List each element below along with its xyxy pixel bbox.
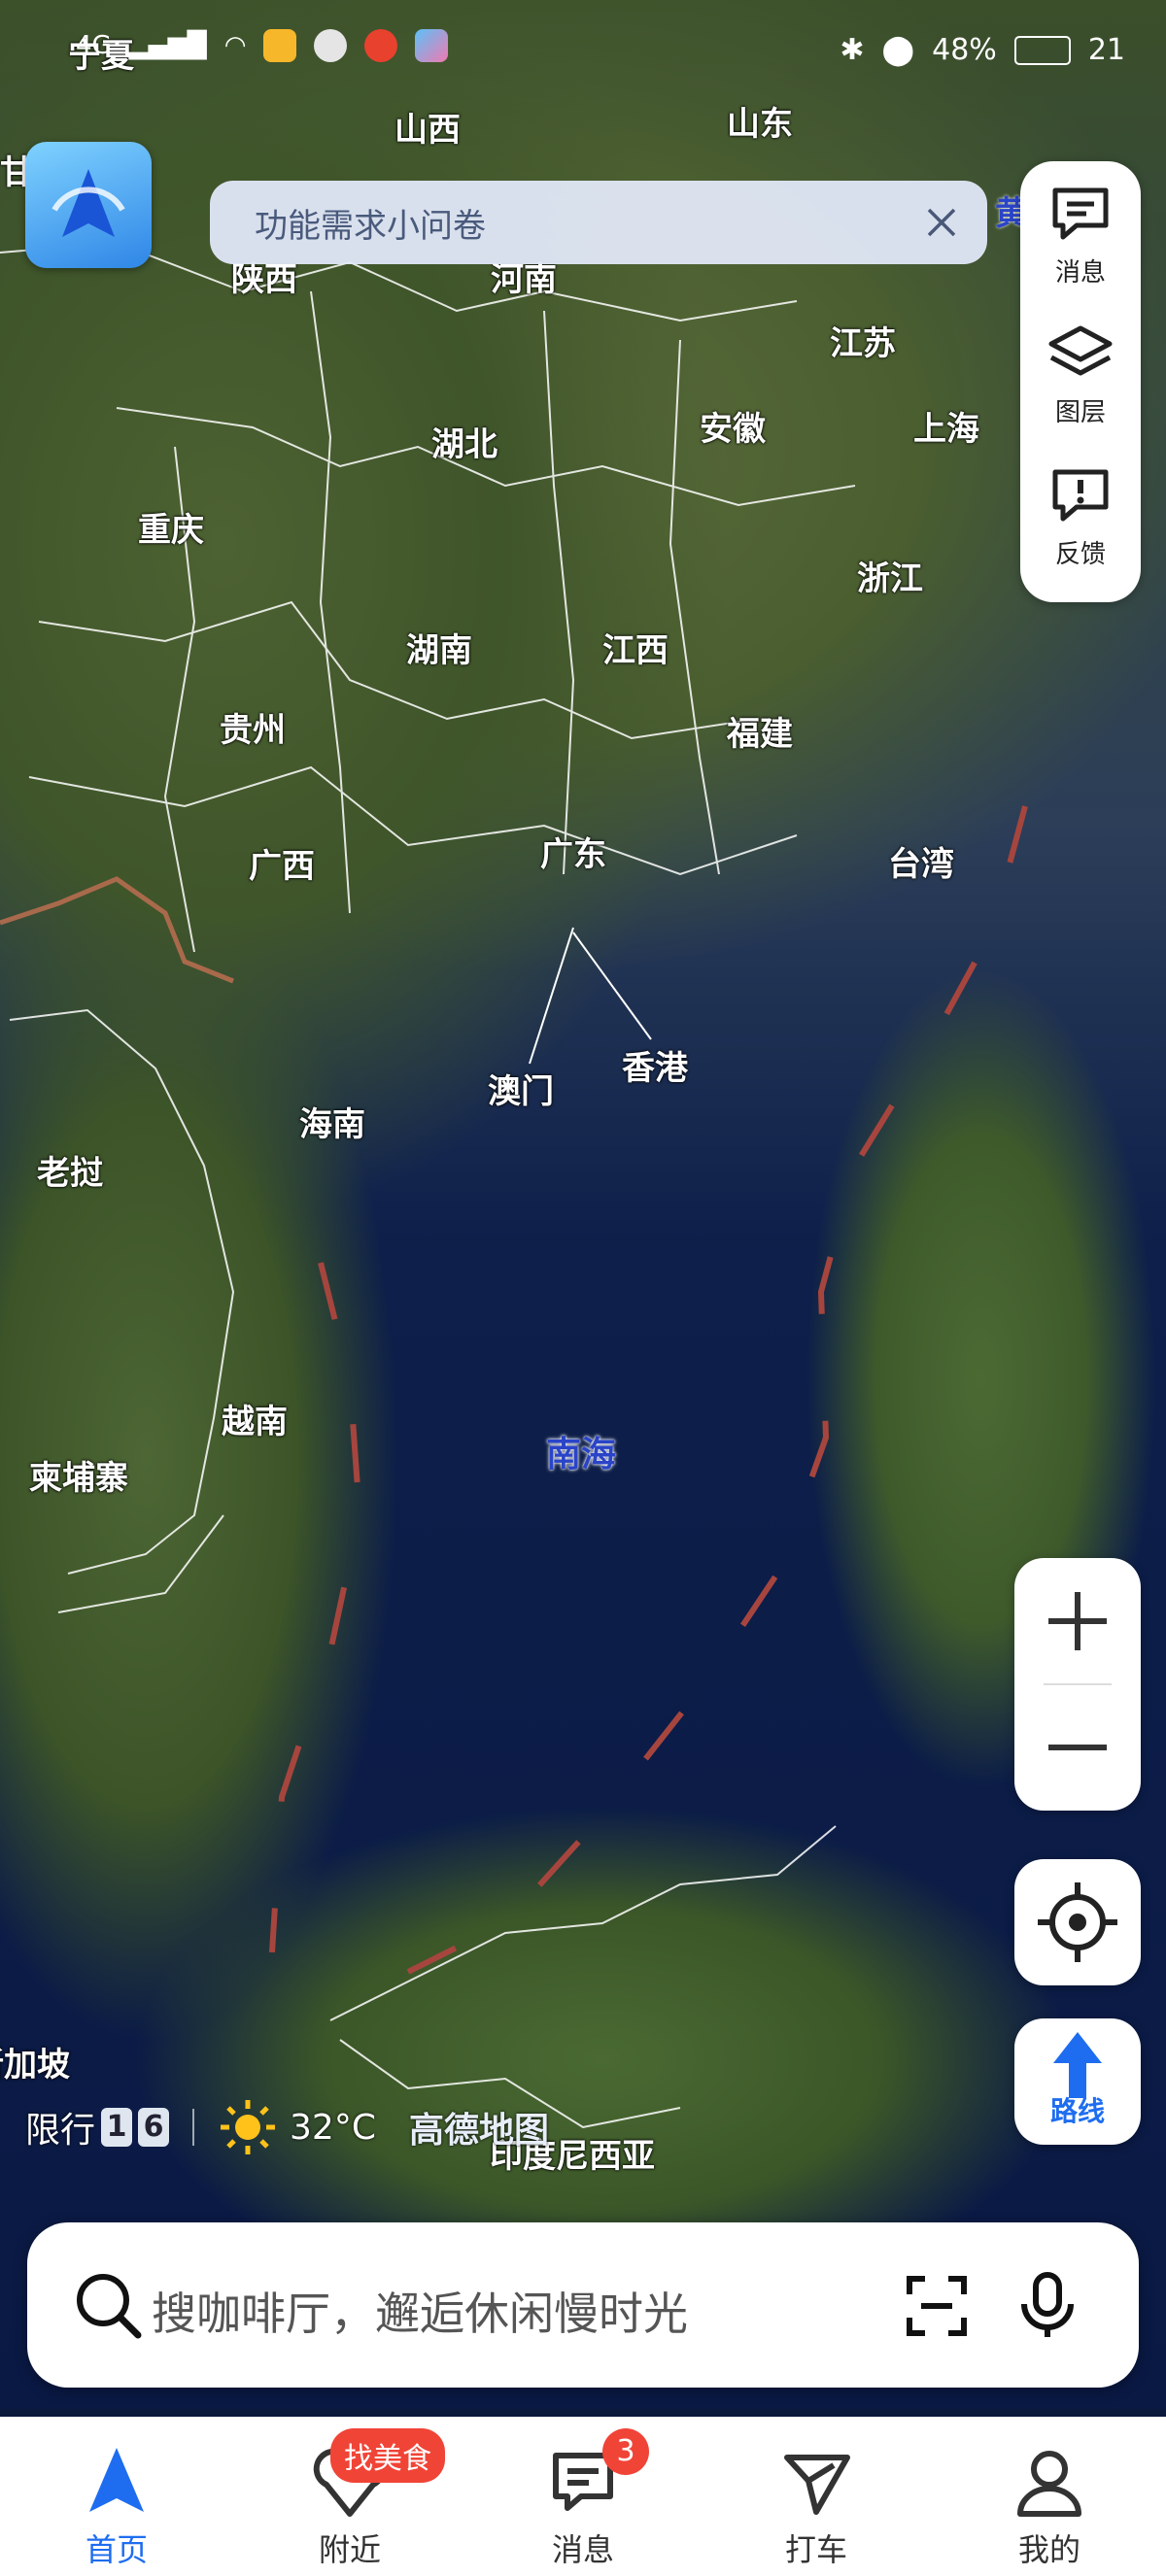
map-label-shanghai: 上海 [913, 410, 979, 449]
zoom-in-icon[interactable] [1014, 1558, 1141, 1684]
location-status-icon: ⬤ [881, 33, 915, 67]
tab-home[interactable]: 首页 [0, 2417, 233, 2576]
map-label-hongkong: 香港 [622, 1049, 688, 1088]
tab-nearby-label: 附近 [318, 2531, 381, 2568]
brand-watermark: 高德地图 [408, 2111, 549, 2151]
temperature: 32°C [290, 2107, 376, 2148]
mail-app-icon [263, 29, 297, 62]
search-input[interactable]: 搜咖啡厅，邂逅休闲慢时光 [152, 2279, 688, 2343]
tab-taxi-label: 打车 [784, 2531, 847, 2568]
map-label-shanxi: 山西 [394, 111, 461, 150]
tab-messages-label: 消息 [551, 2531, 614, 2568]
wifi-icon: ◠ [223, 31, 247, 60]
map-label-hainan: 海南 [299, 1105, 365, 1144]
locate-button[interactable] [1014, 1859, 1141, 1985]
message-icon [1052, 187, 1109, 240]
tab-nearby[interactable]: 找美食 附近 [233, 2417, 466, 2576]
tab-taxi[interactable]: 打车 [700, 2417, 933, 2576]
map-label-laos: 老挝 [37, 1154, 103, 1193]
status-bar: 4G ▂▄▆█ ◠ ✱ ⬤ 48% 21 [76, 29, 1125, 87]
map-label-jiangsu: 江苏 [830, 324, 896, 363]
tab-profile-label: 我的 [1017, 2531, 1080, 2568]
weibo-app-icon [364, 29, 398, 62]
feedback-button[interactable]: 反馈 [1020, 466, 1141, 570]
map-label-shandong: 山东 [727, 105, 793, 144]
map-overlay [0, 241, 1028, 2129]
map-label-taiwan: 台湾 [888, 845, 954, 884]
tab-messages[interactable]: 3 消息 [466, 2417, 700, 2576]
map-label-guangxi: 广西 [249, 847, 315, 886]
close-icon[interactable] [921, 202, 962, 243]
photos-app-icon [415, 29, 449, 62]
zoom-controls [1014, 1558, 1141, 1811]
sun-icon [221, 2100, 276, 2154]
bottom-tab-bar: 首页 找美食 附近 3 消息 打车 我的 [0, 2417, 1166, 2576]
layers-icon [1048, 325, 1113, 376]
layers-button[interactable]: 图层 [1020, 324, 1141, 428]
message-icon [553, 2453, 613, 2511]
search-icon [77, 2274, 142, 2339]
signal-icon: ▂▄▆█ [128, 31, 207, 60]
messages-button[interactable]: 消息 [1020, 185, 1141, 288]
restriction-digit: 6 [138, 2108, 170, 2147]
network-label: 4G [76, 31, 112, 60]
route-label: 路线 [1049, 2095, 1105, 2127]
navigation-arrow-icon [51, 169, 125, 237]
map-label-zhejiang: 浙江 [857, 559, 923, 598]
map-label-hunan: 湖南 [406, 631, 472, 670]
map-label-guangdong: 广东 [540, 835, 606, 874]
map-label-jiangxi: 江西 [602, 631, 669, 670]
divider [192, 2109, 195, 2146]
feedback-icon [1052, 469, 1109, 522]
taxi-icon [784, 2455, 850, 2515]
crosshair-icon [1038, 1882, 1117, 1962]
microphone-icon[interactable] [1009, 2267, 1086, 2345]
map-label-guizhou: 贵州 [220, 711, 286, 750]
time: 21 [1087, 33, 1125, 67]
app-logo[interactable] [25, 142, 152, 268]
unread-count-badge: 3 [602, 2428, 649, 2475]
satellite-map[interactable]: 宁夏 山西 山东 甘 黄 陕西 河南 江苏 湖北 安徽 上海 重庆 浙江 湖南 … [0, 0, 1166, 2409]
map-label-anhui: 安徽 [700, 410, 766, 449]
map-tools-panel: 消息 图层 反馈 [1020, 161, 1141, 602]
map-label-chongqing: 重庆 [138, 511, 204, 550]
map-label-fujian: 福建 [727, 715, 793, 754]
map-label-vietnam: 越南 [222, 1403, 288, 1441]
search-bar[interactable]: 搜咖啡厅，邂逅休闲慢时光 [27, 2222, 1139, 2388]
zoom-out-icon[interactable] [1014, 1684, 1141, 1811]
survey-banner-text: 功能需求小问卷 [255, 206, 486, 246]
bluetooth-icon: ✱ [840, 33, 865, 67]
map-label-cambodia: 柬埔寨 [29, 1459, 128, 1498]
feedback-label: 反馈 [1054, 540, 1106, 569]
map-info-row: 限行 1 6 32°C 高德地图 [25, 2098, 549, 2156]
restriction-label: 限行 [25, 2111, 96, 2151]
profile-icon [1017, 2451, 1081, 2517]
restriction-digit: 1 [101, 2108, 133, 2147]
map-label-south-sea: 南海 [546, 1435, 617, 1474]
home-arrow-icon [89, 2448, 144, 2512]
battery-icon [1013, 35, 1071, 65]
map-label-singapore: 新加坡 [0, 2046, 70, 2085]
route-button[interactable]: 路线 [1014, 2018, 1141, 2145]
battery-level: 48% [932, 33, 997, 67]
map-label-hubei: 湖北 [431, 425, 497, 464]
tab-home-label: 首页 [85, 2531, 148, 2568]
layers-label: 图层 [1054, 398, 1106, 427]
tab-profile[interactable]: 我的 [933, 2417, 1166, 2576]
chat-app-icon [314, 29, 348, 62]
map-label-macau: 澳门 [488, 1072, 554, 1111]
messages-label: 消息 [1054, 258, 1106, 288]
survey-banner[interactable]: 功能需求小问卷 [210, 181, 987, 264]
scan-icon[interactable] [898, 2267, 976, 2345]
food-badge: 找美食 [330, 2428, 445, 2483]
